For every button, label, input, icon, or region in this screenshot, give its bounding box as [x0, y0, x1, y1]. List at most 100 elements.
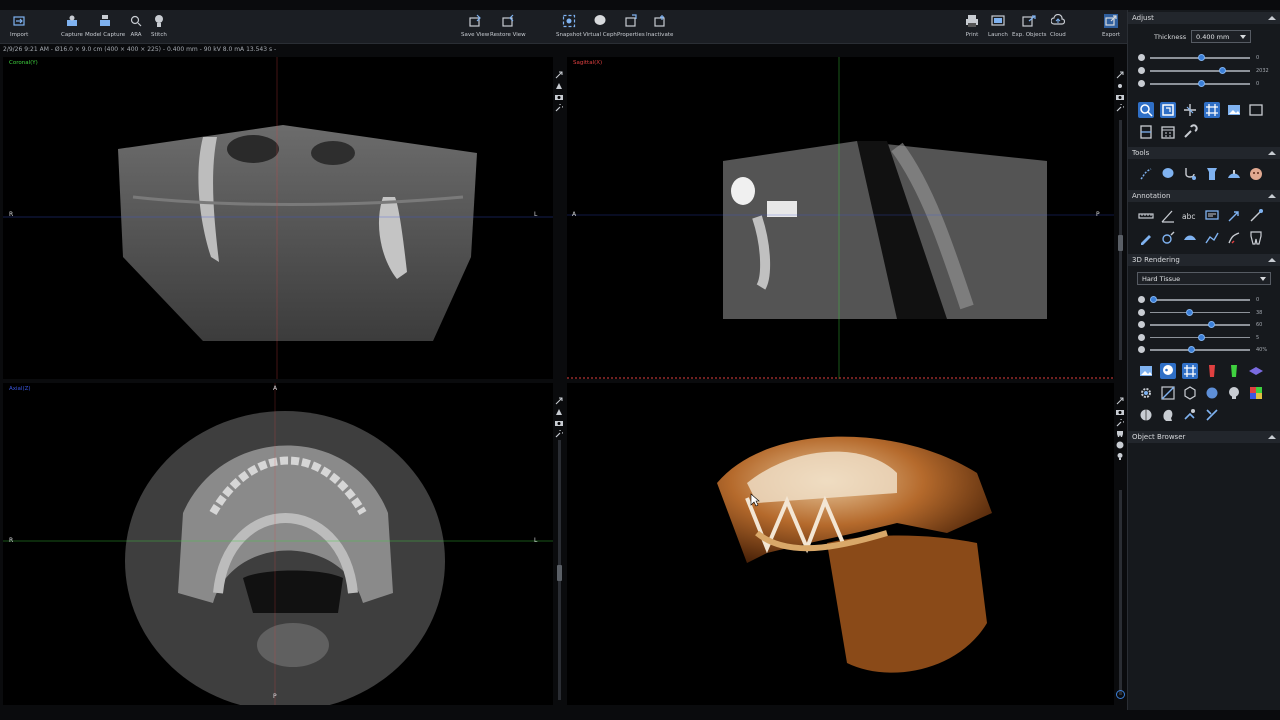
model-capture-button[interactable]: Model Capture — [85, 14, 125, 38]
clip-icon[interactable] — [1204, 363, 1220, 379]
adjust-slider-knob[interactable] — [1198, 54, 1205, 61]
coronal-viewport[interactable]: Coronal(Y) R L — [3, 57, 553, 379]
wrench-icon[interactable] — [555, 423, 565, 438]
reset-view-icon[interactable] — [1160, 102, 1176, 118]
color-grid-icon[interactable] — [1248, 385, 1264, 401]
adjust-slider-0[interactable]: 0 — [1138, 54, 1278, 62]
render-slider-4[interactable]: 40% — [1138, 346, 1278, 354]
render-slider-knob[interactable] — [1150, 296, 1157, 303]
3d-rendering-header[interactable]: 3D Rendering — [1128, 254, 1280, 266]
thickness-select[interactable]: 0.400 mm — [1191, 30, 1251, 43]
adjust-slider-knob[interactable] — [1198, 80, 1205, 87]
import-button[interactable]: Import — [10, 14, 28, 38]
wrench-icon[interactable] — [1116, 412, 1126, 427]
render-slider-0[interactable]: 0 — [1138, 296, 1278, 304]
export-objects-button[interactable]: Exp. Objects — [1012, 14, 1047, 38]
light-icon[interactable] — [1116, 445, 1124, 460]
pan-icon[interactable] — [1182, 102, 1198, 118]
maximize-icon[interactable] — [555, 390, 563, 405]
wrench-icon[interactable] — [555, 97, 565, 112]
axial-viewport[interactable]: Axial(Z) A R L P — [3, 383, 553, 705]
cut-icon[interactable] — [1204, 407, 1220, 423]
save-view-button[interactable]: Save View — [461, 14, 489, 38]
sun-icon[interactable] — [1116, 75, 1124, 88]
sagittal-slice-scrollbar[interactable] — [1118, 120, 1123, 360]
arrow-icon[interactable] — [1226, 208, 1242, 224]
render-slider-1[interactable]: 38 — [1138, 308, 1278, 317]
line-icon[interactable] — [1248, 208, 1264, 224]
ruler-icon[interactable] — [1138, 208, 1154, 224]
green-clip-icon[interactable] — [1226, 363, 1242, 379]
maximize-icon[interactable] — [555, 64, 563, 79]
wrench-icon[interactable] — [1182, 124, 1198, 140]
adjust-header[interactable]: Adjust — [1128, 12, 1280, 24]
gear-3d-icon[interactable] — [1138, 385, 1154, 401]
head-icon[interactable] — [1116, 434, 1124, 449]
angle-icon[interactable] — [1160, 208, 1176, 224]
stitch-button[interactable]: Stitch — [151, 14, 167, 38]
tooth-icon[interactable] — [1160, 166, 1176, 182]
annotation-header[interactable]: Annotation — [1128, 190, 1280, 202]
adjust-slider-1[interactable]: 2032 — [1138, 67, 1278, 75]
virtual-ceph-button[interactable]: Virtual Ceph — [583, 14, 617, 38]
render-slider-3[interactable]: 5 — [1138, 333, 1278, 342]
text-icon[interactable]: abc — [1182, 208, 1198, 224]
skull-side-icon[interactable] — [1138, 407, 1154, 423]
capture-button[interactable]: Capture — [61, 14, 83, 38]
freehand-icon[interactable] — [1226, 230, 1242, 246]
adjust-slider-track[interactable] — [1150, 70, 1250, 72]
adjust-slider-knob[interactable] — [1219, 67, 1227, 74]
render-slider-knob[interactable] — [1188, 346, 1196, 353]
inactivate-button[interactable]: Inactivate — [646, 14, 673, 38]
zoom-icon[interactable] — [1138, 102, 1154, 118]
cloud-button[interactable]: Cloud — [1050, 14, 1066, 38]
object-browser-header[interactable]: Object Browser — [1128, 431, 1280, 443]
render-slider-2[interactable]: 60 — [1138, 321, 1278, 329]
snapshot-button[interactable]: Snapshot — [556, 14, 582, 38]
render-preset-select[interactable]: Hard Tissue — [1137, 272, 1271, 285]
face-icon[interactable] — [1248, 166, 1264, 182]
render-slider-knob[interactable] — [1207, 321, 1215, 328]
wrench-icon[interactable] — [1116, 97, 1126, 112]
print-button[interactable]: Print — [965, 14, 979, 38]
render-slider-track[interactable] — [1150, 349, 1250, 351]
render-slider-track[interactable] — [1150, 324, 1250, 326]
ara-button[interactable]: ARA — [129, 14, 143, 38]
camera-icon[interactable] — [1116, 86, 1124, 100]
arrow-tool-icon[interactable] — [555, 401, 563, 415]
area-icon[interactable] — [1182, 230, 1198, 246]
sphere-icon[interactable] — [1204, 385, 1220, 401]
skull-icon[interactable] — [1160, 363, 1176, 379]
calendar-icon[interactable] — [1160, 124, 1176, 140]
slice-icon[interactable] — [1160, 385, 1176, 401]
layout-icon[interactable] — [1138, 124, 1154, 140]
tooth-icon[interactable] — [1116, 423, 1124, 437]
comment-icon[interactable] — [1204, 208, 1220, 224]
render-slider-track[interactable] — [1150, 311, 1250, 313]
camera-icon[interactable] — [555, 412, 563, 426]
launch-button[interactable]: Launch — [988, 14, 1008, 38]
frame-icon[interactable] — [1248, 102, 1264, 118]
plane-icon[interactable] — [1248, 363, 1264, 379]
rotate-icon[interactable] — [1182, 407, 1198, 423]
head-profile-icon[interactable] — [1160, 407, 1176, 423]
render-image-icon[interactable] — [1138, 363, 1154, 379]
adjust-slider-2[interactable]: 0 — [1138, 80, 1278, 88]
maximize-icon[interactable] — [1116, 64, 1124, 79]
box-icon[interactable] — [1182, 385, 1198, 401]
pen-icon[interactable] — [1138, 230, 1154, 246]
maximize-icon[interactable] — [1116, 390, 1124, 405]
axial-slice-scrollbar[interactable] — [557, 440, 562, 700]
export-button[interactable]: Export — [1102, 14, 1120, 38]
3d-render-viewport[interactable] — [567, 383, 1114, 705]
render-slider-knob[interactable] — [1186, 308, 1194, 316]
sagittal-viewport[interactable]: Sagittal(X) A P — [567, 57, 1114, 379]
airway-icon[interactable] — [1226, 166, 1242, 182]
grid-icon[interactable] — [1204, 102, 1220, 118]
image-icon[interactable] — [1226, 102, 1242, 118]
arrow-tool-icon[interactable] — [555, 75, 563, 89]
3d-scrollbar[interactable] — [1116, 490, 1125, 699]
tools-header[interactable]: Tools — [1128, 147, 1280, 159]
properties-button[interactable]: Properties — [617, 14, 645, 38]
curve-icon[interactable] — [1182, 166, 1198, 182]
